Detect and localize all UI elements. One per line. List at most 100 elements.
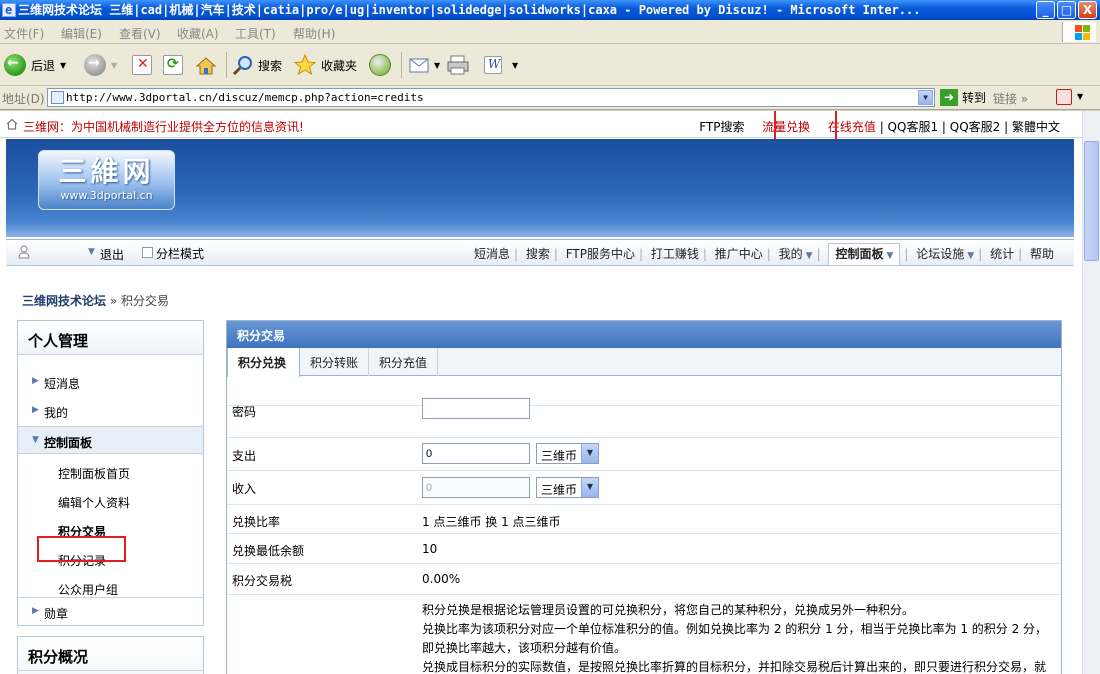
income-credit-selected: 三维币 bbox=[541, 483, 578, 497]
nav-help[interactable]: 帮助 bbox=[1030, 247, 1054, 261]
sidebar-item-label: 我的 bbox=[44, 406, 69, 420]
traditional-chinese-link[interactable]: 繁體中文 bbox=[1012, 120, 1060, 134]
menu-favorites[interactable]: 收藏(A) bbox=[177, 25, 219, 42]
chevron-down-icon: ▼ bbox=[581, 444, 598, 463]
search-button[interactable]: 搜索 bbox=[232, 52, 282, 78]
highlight-box-credit-log bbox=[37, 536, 126, 562]
links-toolbar[interactable]: 链接 » bbox=[993, 90, 1028, 107]
description-line: 兑换比率为该项积分对应一个单位标准积分的值。例如兑换比率为 2 的积分 1 分，… bbox=[422, 622, 1048, 655]
history-icon bbox=[369, 54, 391, 76]
nav-promotion[interactable]: 推广中心 bbox=[715, 247, 763, 261]
scrollbar-thumb[interactable] bbox=[1084, 141, 1099, 261]
address-label: 地址(D) bbox=[2, 92, 45, 106]
chevron-down-icon[interactable]: ▼ bbox=[1077, 92, 1083, 101]
nav-mine[interactable]: 我的 bbox=[779, 247, 803, 261]
pay-credit-selected: 三维币 bbox=[541, 449, 578, 463]
sidebar-item-medals[interactable]: ▶ 勋章 bbox=[18, 597, 203, 625]
income-credit-select[interactable]: 三维币 ▼ bbox=[536, 477, 599, 498]
go-button[interactable]: ➜ 转到 bbox=[940, 89, 986, 106]
income-amount-input[interactable] bbox=[422, 477, 530, 498]
pay-amount-input[interactable] bbox=[422, 443, 530, 464]
breadcrumb-root-link[interactable]: 三维网技术论坛 bbox=[22, 294, 106, 308]
forum-nav-bar: ▼ 退出 分栏模式 短消息 | 搜索 | FTP服务中心 | 打工赚钱 | 推广中心 | … bbox=[6, 239, 1074, 266]
ftp-search-link[interactable]: FTP搜索 bbox=[699, 120, 744, 134]
nav-messages[interactable]: 短消息 bbox=[474, 247, 510, 261]
sidebar-title: 个人管理 bbox=[18, 321, 203, 355]
tab-credit-transfer[interactable]: 积分转账 bbox=[300, 348, 369, 376]
refresh-button[interactable]: ⟳ bbox=[163, 52, 183, 78]
close-button[interactable]: X bbox=[1078, 1, 1097, 19]
logout-link[interactable]: 退出 bbox=[100, 246, 124, 263]
nav-ftp-center[interactable]: FTP服务中心 bbox=[566, 247, 635, 261]
tab-credit-exchange[interactable]: 积分兑换 bbox=[227, 348, 300, 377]
nav-search[interactable]: 搜索 bbox=[526, 247, 550, 261]
breadcrumb-current: » 积分交易 bbox=[109, 294, 170, 308]
home-icon[interactable] bbox=[6, 118, 18, 130]
chevron-down-icon[interactable]: ▼ bbox=[806, 251, 813, 261]
pay-credit-select[interactable]: 三维币 ▼ bbox=[536, 443, 599, 464]
chevron-down-icon: ▼ bbox=[581, 478, 598, 497]
mail-button[interactable]: ▼ bbox=[408, 52, 440, 78]
menu-view[interactable]: 查看(V) bbox=[119, 25, 161, 42]
chevron-down-icon[interactable]: ▼ bbox=[918, 90, 933, 105]
menu-tools[interactable]: 工具(T) bbox=[235, 25, 276, 42]
sidebar-sub-edit-profile[interactable]: 编辑个人资料 bbox=[58, 494, 130, 511]
back-arrow-icon bbox=[4, 54, 26, 76]
history-button[interactable] bbox=[369, 52, 391, 78]
mail-icon bbox=[409, 58, 429, 73]
nav-stats[interactable]: 统计 bbox=[990, 247, 1014, 261]
chevron-down-icon[interactable]: ▼ bbox=[967, 251, 974, 261]
back-button[interactable]: 后退 ▼ bbox=[4, 52, 66, 78]
sidebar-item-label: 控制面板 bbox=[44, 436, 93, 450]
site-logo[interactable]: 三維网 www.3dportal.cn bbox=[38, 150, 175, 210]
nav-work-earn[interactable]: 打工赚钱 bbox=[651, 247, 699, 261]
maximize-button[interactable]: □ bbox=[1057, 1, 1076, 19]
minimize-button[interactable]: _ bbox=[1036, 1, 1055, 19]
printer-icon bbox=[447, 55, 469, 75]
sidebar-item-mine[interactable]: ▶ 我的 bbox=[18, 397, 203, 425]
translate-icon[interactable] bbox=[1056, 89, 1072, 105]
favorites-button[interactable]: 收藏夹 bbox=[293, 52, 357, 78]
edit-word-button[interactable]: W ▼ bbox=[484, 52, 518, 78]
chevron-down-icon[interactable]: ▼ bbox=[88, 247, 95, 257]
home-button[interactable] bbox=[195, 52, 217, 78]
chevron-down-icon: ▼ bbox=[886, 251, 894, 261]
tax-label: 积分交易税 bbox=[232, 574, 293, 588]
qq-service-1-link[interactable]: QQ客服1 bbox=[888, 120, 939, 134]
nav-control-panel-label: 控制面板 bbox=[835, 247, 884, 261]
page-scrollbar[interactable] bbox=[1082, 111, 1100, 674]
home-icon bbox=[195, 55, 217, 75]
sidebar-sub-cp-home[interactable]: 控制面板首页 bbox=[58, 465, 130, 482]
sidebar-credits-overview: 积分概况 bbox=[17, 636, 204, 674]
row-income: 收入 三维币 ▼ bbox=[227, 471, 1061, 505]
sidebar-sub-public-groups[interactable]: 公众用户组 bbox=[58, 581, 118, 598]
chevron-right-icon: ▶ bbox=[32, 376, 39, 386]
logo-text: 三維网 bbox=[58, 155, 155, 188]
site-slogan: 三维网：为中国机械制造行业提供全方位的信息资讯! bbox=[23, 120, 304, 134]
tab-credit-recharge[interactable]: 积分充值 bbox=[369, 348, 438, 376]
go-label: 转到 bbox=[962, 91, 987, 105]
menu-edit[interactable]: 编辑(E) bbox=[61, 25, 102, 42]
forward-button[interactable]: ▼ bbox=[84, 52, 117, 78]
qq-service-2-link[interactable]: QQ客服2 bbox=[950, 120, 1001, 134]
min-balance-label: 兑换最低余额 bbox=[232, 544, 305, 558]
windows-logo-icon bbox=[1062, 22, 1096, 42]
row-min-balance: 兑换最低余额 10 bbox=[227, 534, 1061, 564]
menu-help[interactable]: 帮助(H) bbox=[293, 25, 335, 42]
print-button[interactable] bbox=[446, 52, 470, 78]
browser-toolbar: 后退 ▼ ▼ ✕ ⟳ 搜索 收藏夹 ▼ W ▼ bbox=[0, 44, 1100, 86]
nav-forum-settings[interactable]: 论坛设施 bbox=[916, 247, 964, 261]
nav-control-panel[interactable]: 控制面板 ▼ bbox=[828, 243, 901, 265]
password-input[interactable] bbox=[422, 398, 530, 419]
sidebar-item-control-panel[interactable]: ▼ 控制面板 bbox=[18, 426, 203, 454]
window-title: 三维网技术论坛 三维|cad|机械|汽车|技术|catia|pro/e|ug|i… bbox=[18, 3, 921, 17]
address-input[interactable]: http://www.3dportal.cn/discuz/memcp.php?… bbox=[47, 88, 935, 107]
column-mode-checkbox[interactable] bbox=[142, 247, 153, 258]
column-mode-label: 分栏模式 bbox=[156, 247, 205, 261]
row-ratio: 兑换比率 1 点三维币 换 1 点三维币 bbox=[227, 505, 1061, 534]
top-links: FTP搜索 流量兑换 在线充值 | QQ客服1 | QQ客服2 | 繁體中文 bbox=[699, 120, 1060, 134]
logo-url: www.3dportal.cn bbox=[60, 189, 153, 202]
sidebar-item-messages[interactable]: ▶ 短消息 bbox=[18, 368, 203, 396]
menu-file[interactable]: 文件(F) bbox=[4, 25, 44, 42]
stop-button[interactable]: ✕ bbox=[132, 52, 152, 78]
